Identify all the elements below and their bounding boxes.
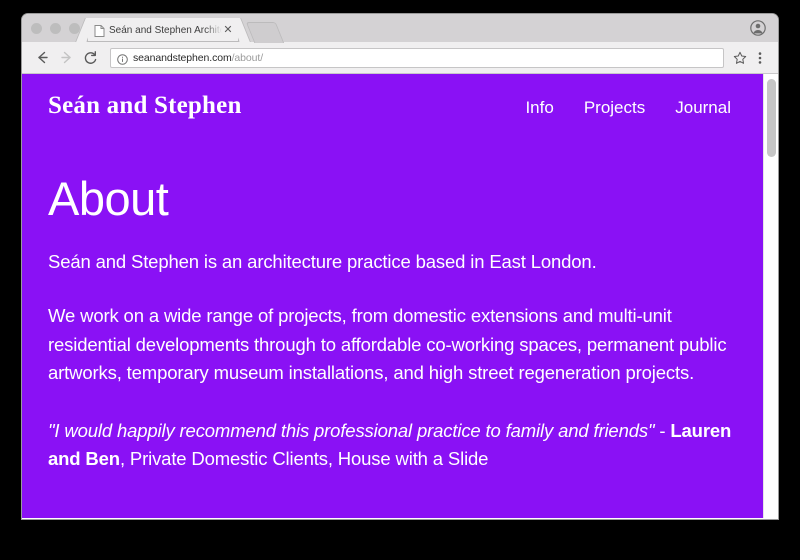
scrollbar-thumb[interactable]: [767, 79, 776, 157]
forward-icon[interactable]: [54, 46, 78, 70]
url-domain: seanandstephen.com: [133, 51, 232, 64]
testimonial-quote: "I would happily recommend this professi…: [48, 420, 655, 442]
browser-tab[interactable]: Seán and Stephen Architects ✕: [88, 18, 238, 42]
url-text: seanandstephen.com/about/: [133, 52, 263, 64]
site-header: Seán and Stephen Info Projects Journal: [48, 74, 737, 120]
testimonial-separator: -: [654, 420, 671, 442]
new-tab-button[interactable]: [245, 22, 285, 43]
info-circle-icon[interactable]: [117, 52, 128, 65]
nav-link-journal[interactable]: Journal: [675, 98, 731, 118]
page-title: About: [48, 172, 169, 225]
browser-window: Seán and Stephen Architects ✕: [22, 14, 778, 519]
minimize-window-button[interactable]: [50, 23, 61, 34]
page-viewport: Seán and Stephen Info Projects Journal A…: [22, 74, 778, 518]
star-icon[interactable]: [730, 48, 750, 68]
browser-toolbar: seanandstephen.com/about/: [22, 42, 778, 74]
page-content: Seán and Stephen Info Projects Journal A…: [22, 74, 763, 518]
window-traffic-lights: [31, 23, 80, 34]
page-scrollbar[interactable]: [763, 74, 778, 518]
close-window-button[interactable]: [31, 23, 42, 34]
url-path: /about/: [231, 51, 264, 64]
services-paragraph: We work on a wide range of projects, fro…: [48, 305, 727, 383]
reload-icon[interactable]: [78, 46, 102, 70]
tab-title: Seán and Stephen Architects: [109, 24, 222, 36]
testimonial-paragraph: "I would happily recommend this professi…: [48, 387, 737, 474]
nav-link-info[interactable]: Info: [525, 98, 553, 118]
nav-link-projects[interactable]: Projects: [584, 98, 645, 118]
three-dots-icon[interactable]: [750, 48, 770, 68]
testimonial-attribution: , Private Domestic Clients, House with a…: [119, 448, 489, 470]
close-icon[interactable]: ✕: [222, 24, 234, 36]
site-nav: Info Projects Journal: [525, 98, 737, 118]
account-icon[interactable]: [750, 20, 766, 36]
tab-strip: Seán and Stephen Architects ✕: [22, 14, 778, 43]
intro-paragraph: Seán and Stephen is an architecture prac…: [48, 251, 597, 272]
back-icon[interactable]: [30, 46, 54, 70]
address-bar[interactable]: seanandstephen.com/about/: [110, 47, 724, 68]
page-icon: [94, 24, 105, 37]
site-logo[interactable]: Seán and Stephen: [48, 92, 242, 120]
